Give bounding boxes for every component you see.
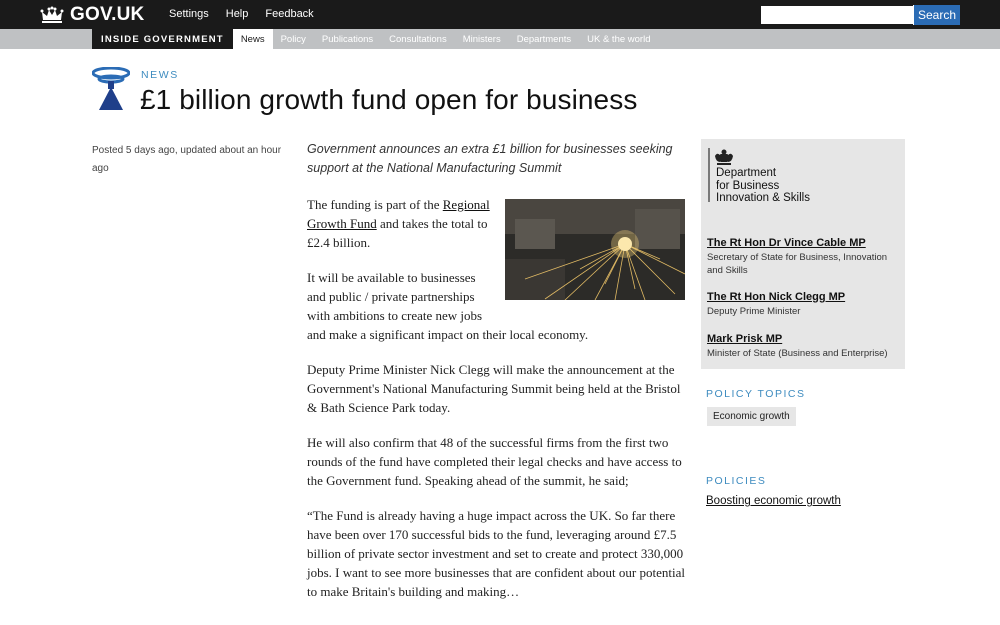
crown-icon xyxy=(40,6,64,23)
minister-name-link[interactable]: The Rt Hon Dr Vince Cable MP xyxy=(707,237,902,249)
minister-mark-prisk: Mark Prisk MP Minister of State (Busines… xyxy=(707,333,902,360)
tab-consultations[interactable]: Consultations xyxy=(381,29,455,49)
minister-nick-clegg: The Rt Hon Nick Clegg MP Deputy Prime Mi… xyxy=(707,291,902,318)
paragraph-5: “The Fund is already having a huge impac… xyxy=(307,508,685,599)
org-rule xyxy=(708,148,710,202)
minister-name-link[interactable]: Mark Prisk MP xyxy=(707,333,902,345)
paragraph-4: He will also confirm that 48 of the succ… xyxy=(307,435,682,488)
settings-link[interactable]: Settings xyxy=(169,8,209,20)
royal-arms-icon[interactable] xyxy=(713,148,735,166)
department-name-line-1: Department xyxy=(716,167,777,179)
minister-vince-cable: The Rt Hon Dr Vince Cable MP Secretary o… xyxy=(707,237,902,277)
policy-link-boosting-economic-growth[interactable]: Boosting economic growth xyxy=(706,495,841,507)
policies-heading: POLICIES xyxy=(706,475,767,487)
top-nav: Settings Help Feedback xyxy=(169,8,331,20)
govuk-logo-link[interactable]: GOV.UK xyxy=(40,4,144,26)
posted-meta: Posted 5 days ago, updated about an hour… xyxy=(92,145,282,174)
paragraph-1-text: The funding is part of the xyxy=(307,197,443,212)
policy-topics-heading: POLICY TOPICS xyxy=(706,388,806,400)
logo-text: GOV.UK xyxy=(70,4,145,25)
department-name-line-3: Innovation & Skills xyxy=(716,192,810,204)
topic-tag-economic-growth[interactable]: Economic growth xyxy=(707,407,796,426)
search-input[interactable] xyxy=(761,6,913,24)
article-body: The funding is part of the Regional Grow… xyxy=(307,195,685,617)
paragraph-1: The funding is part of the Regional Grow… xyxy=(307,195,685,300)
tab-news[interactable]: News xyxy=(232,29,273,49)
department-name-line-2: for Business xyxy=(716,179,780,192)
tab-publications[interactable]: Publications xyxy=(314,29,381,49)
tab-departments[interactable]: Departments xyxy=(509,29,579,49)
section-label[interactable]: INSIDE GOVERNMENT xyxy=(92,29,233,49)
top-bar: GOV.UK Settings Help Feedback Search xyxy=(0,0,1000,29)
news-kicker: NEWS xyxy=(141,69,179,81)
minister-name-link[interactable]: The Rt Hon Nick Clegg MP xyxy=(707,291,902,303)
paragraph-3: Deputy Prime Minister Nick Clegg will ma… xyxy=(307,362,681,415)
article-lede: Government announces an extra £1 billion… xyxy=(307,142,673,175)
help-link[interactable]: Help xyxy=(226,8,249,20)
news-megaphone-icon xyxy=(92,67,130,110)
search-button[interactable]: Search xyxy=(913,5,960,25)
page-title: £1 billion growth fund open for business xyxy=(140,84,638,115)
feedback-link[interactable]: Feedback xyxy=(265,8,313,20)
minister-role: Deputy Prime Minister xyxy=(707,306,801,317)
department-name[interactable]: Department for Business Innovation & Ski… xyxy=(716,167,810,205)
tab-policy[interactable]: Policy xyxy=(273,29,314,49)
minister-role: Secretary of State for Business, Innovat… xyxy=(707,252,888,276)
sparks-photo xyxy=(505,199,685,300)
minister-role: Minister of State (Business and Enterpri… xyxy=(707,348,888,359)
section-nav-bar: INSIDE GOVERNMENT News Policy Publicatio… xyxy=(0,29,1000,49)
tab-ministers[interactable]: Ministers xyxy=(455,29,509,49)
tab-uk-and-the-world[interactable]: UK & the world xyxy=(579,29,658,49)
